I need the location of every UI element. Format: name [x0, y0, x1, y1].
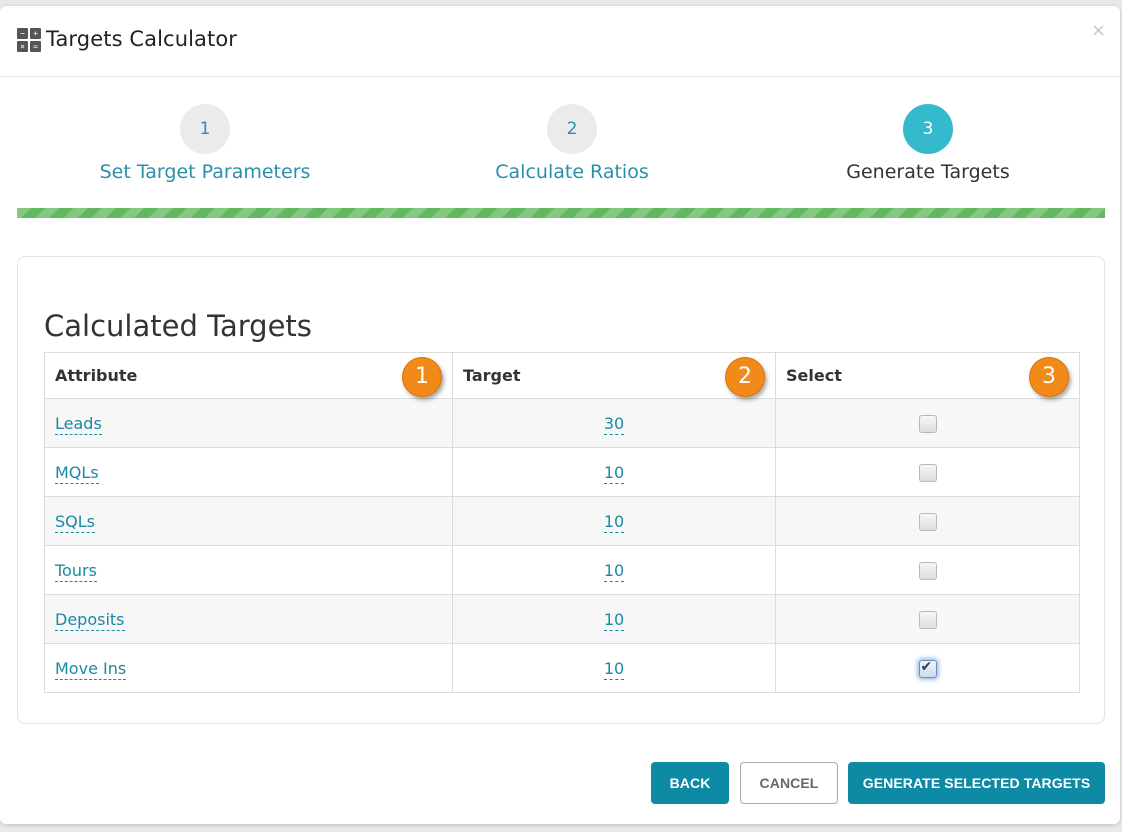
table-row: Deposits 10: [44, 594, 1080, 644]
select-cell: [775, 545, 1080, 595]
generate-selected-targets-button[interactable]: GENERATE SELECTED TARGETS: [848, 762, 1105, 804]
attribute-cell: Move Ins: [44, 643, 453, 693]
attribute-link[interactable]: Tours: [55, 560, 97, 582]
calculator-minus-key: −: [17, 28, 28, 39]
select-checkbox[interactable]: [918, 610, 937, 629]
panel-title: Calculated Targets: [44, 309, 312, 343]
column-header-target: Target 2: [452, 352, 776, 399]
target-cell: 10: [452, 545, 776, 595]
select-checkbox[interactable]: [918, 659, 937, 678]
attribute-cell: Tours: [44, 545, 453, 595]
step-number-2: 2: [547, 104, 597, 154]
target-cell: 10: [452, 447, 776, 497]
attribute-link[interactable]: SQLs: [55, 511, 95, 533]
dialog-header: − + × = Targets Calculator ×: [0, 6, 1120, 77]
step-number-3: 3: [903, 104, 953, 154]
cancel-button[interactable]: CANCEL: [740, 762, 838, 804]
select-cell: [775, 398, 1080, 448]
column-header-label: Select: [786, 366, 842, 385]
table-header-row: Attribute 1 Target 2 Select 3: [44, 352, 1080, 399]
table-row: Tours 10: [44, 545, 1080, 595]
target-value-link[interactable]: 30: [603, 413, 625, 435]
target-cell: 10: [452, 496, 776, 546]
attribute-link[interactable]: Leads: [55, 413, 102, 435]
callout-badge-1: 1: [402, 356, 442, 397]
attribute-link[interactable]: Deposits: [55, 609, 125, 631]
column-header-label: Attribute: [55, 366, 138, 385]
wizard-progress-fill: [17, 208, 1105, 218]
calculator-times-key: ×: [17, 41, 28, 52]
calculator-plus-key: +: [30, 28, 41, 39]
step-label-set-target-parameters[interactable]: Set Target Parameters: [45, 160, 365, 184]
step-number-1: 1: [180, 104, 230, 154]
callout-badge-3: 3: [1029, 356, 1069, 397]
wizard-step-3: 3 Generate Targets: [768, 104, 1088, 184]
table-row: Move Ins 10: [44, 643, 1080, 693]
select-checkbox[interactable]: [918, 561, 937, 580]
calculated-targets-panel: Calculated Targets Attribute 1 Target 2 …: [17, 256, 1105, 724]
target-cell: 10: [452, 594, 776, 644]
back-button[interactable]: BACK: [651, 762, 729, 804]
targets-table: Attribute 1 Target 2 Select 3 Leads 30 M…: [44, 352, 1080, 693]
target-value-link[interactable]: 10: [603, 609, 625, 631]
select-checkbox[interactable]: [918, 414, 937, 433]
attribute-link[interactable]: MQLs: [55, 462, 99, 484]
select-checkbox[interactable]: [918, 512, 937, 531]
calculator-equals-key: =: [30, 41, 41, 52]
step-label-calculate-ratios[interactable]: Calculate Ratios: [412, 160, 732, 184]
select-cell: [775, 447, 1080, 497]
step-label-generate-targets: Generate Targets: [846, 161, 1010, 183]
target-value-link[interactable]: 10: [603, 462, 625, 484]
callout-badge-2: 2: [725, 356, 765, 397]
select-cell: [775, 643, 1080, 693]
target-value-link[interactable]: 10: [603, 658, 625, 680]
dialog-title: Targets Calculator: [46, 27, 238, 51]
target-value-link[interactable]: 10: [603, 560, 625, 582]
wizard-progress-bar: [17, 208, 1105, 218]
table-row: Leads 30: [44, 398, 1080, 448]
table-row: SQLs 10: [44, 496, 1080, 546]
targets-calculator-dialog: − + × = Targets Calculator × 1 Set Targe…: [0, 6, 1120, 824]
attribute-cell: Leads: [44, 398, 453, 448]
calculator-icon: − + × =: [17, 28, 41, 52]
column-header-select: Select 3: [775, 352, 1080, 399]
column-header-label: Target: [463, 366, 521, 385]
target-value-link[interactable]: 10: [603, 511, 625, 533]
attribute-cell: Deposits: [44, 594, 453, 644]
attribute-link[interactable]: Move Ins: [55, 658, 127, 680]
wizard-step-1[interactable]: 1 Set Target Parameters: [45, 104, 365, 184]
target-cell: 30: [452, 398, 776, 448]
close-icon[interactable]: ×: [1091, 20, 1106, 41]
table-row: MQLs 10: [44, 447, 1080, 497]
attribute-cell: SQLs: [44, 496, 453, 546]
target-cell: 10: [452, 643, 776, 693]
column-header-attribute: Attribute 1: [44, 352, 453, 399]
select-checkbox[interactable]: [918, 463, 937, 482]
attribute-cell: MQLs: [44, 447, 453, 497]
wizard-step-2[interactable]: 2 Calculate Ratios: [412, 104, 732, 184]
select-cell: [775, 496, 1080, 546]
select-cell: [775, 594, 1080, 644]
